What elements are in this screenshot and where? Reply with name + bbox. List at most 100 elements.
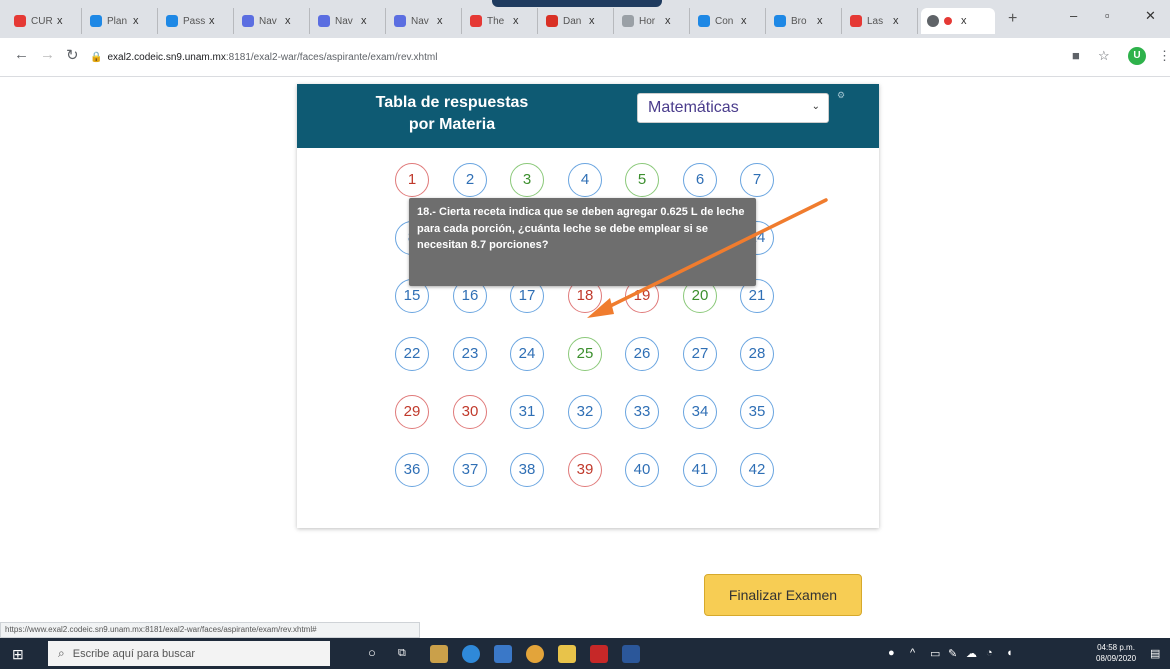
maximize-icon[interactable]: ▫ [1105, 8, 1110, 23]
question-circle-39[interactable]: 39 [568, 453, 602, 487]
windows-start-icon[interactable]: ⊞ [12, 646, 24, 663]
close-icon[interactable]: x [437, 15, 443, 27]
browser-tab[interactable]: Hor x [616, 8, 690, 34]
browser-tab[interactable]: Bro x [768, 8, 842, 34]
word-icon[interactable] [622, 645, 640, 663]
close-icon[interactable]: x [893, 15, 899, 27]
question-circle-6[interactable]: 6 [683, 163, 717, 197]
question-circle-7[interactable]: 7 [740, 163, 774, 197]
question-circle-24[interactable]: 24 [510, 337, 544, 371]
question-circle-26[interactable]: 26 [625, 337, 659, 371]
reload-icon[interactable]: ↻ [66, 46, 79, 64]
close-icon[interactable]: x [961, 15, 967, 27]
question-circle-2[interactable]: 2 [453, 163, 487, 197]
close-icon[interactable]: x [513, 15, 519, 27]
taskbar-clock[interactable]: 04:58 p.m. 08/09/2020 [1096, 642, 1136, 664]
question-circle-34[interactable]: 34 [683, 395, 717, 429]
browser-tab-label: The [487, 15, 505, 27]
close-icon[interactable]: x [209, 15, 215, 27]
task-view-icon[interactable]: ⧉ [398, 647, 406, 660]
windows-taskbar: ⊞ ⌕ Escribe aquí para buscar ○ ⧉ ● ^ ▭ ✎… [0, 638, 1170, 669]
taskbar-search[interactable]: ⌕ Escribe aquí para buscar [48, 641, 330, 666]
close-icon[interactable]: x [57, 15, 63, 27]
browser-tab[interactable]: CUR x [8, 8, 82, 34]
favicon-icon [470, 15, 482, 27]
close-icon[interactable]: x [817, 15, 823, 27]
window-close-icon[interactable]: ✕ [1145, 8, 1156, 24]
edge-icon[interactable] [462, 645, 480, 663]
question-circle-31[interactable]: 31 [510, 395, 544, 429]
close-icon[interactable]: x [133, 15, 139, 27]
wifi-icon[interactable]: ◔ [986, 647, 993, 659]
finish-exam-button[interactable]: Finalizar Examen [704, 574, 862, 616]
settings-icon[interactable]: ⚙ [837, 90, 845, 101]
browser-tab[interactable]: Nav x [236, 8, 310, 34]
tray-chevron-icon[interactable]: ^ [910, 647, 915, 659]
network-icon[interactable]: ▭ [930, 647, 940, 660]
browser-tab[interactable]: Nav x [312, 8, 386, 34]
browser-tab-strip: CUR x Plan x Pass x Nav x Nav x Nav x The x Dan x Hor x Co… [0, 0, 1170, 38]
cortana-icon[interactable]: ○ [368, 645, 376, 660]
question-circle-4[interactable]: 4 [568, 163, 602, 197]
question-circle-38[interactable]: 38 [510, 453, 544, 487]
close-icon[interactable]: x [665, 15, 671, 27]
browser-tab[interactable]: Las x [844, 8, 918, 34]
question-circle-36[interactable]: 36 [395, 453, 429, 487]
weather-icon[interactable]: ● [888, 647, 895, 659]
question-circle-1[interactable]: 1 [395, 163, 429, 197]
question-circle-29[interactable]: 29 [395, 395, 429, 429]
onedrive-icon[interactable]: ☁ [966, 647, 977, 660]
question-circle-37[interactable]: 37 [453, 453, 487, 487]
pen-icon[interactable]: ✎ [948, 647, 957, 660]
close-icon[interactable]: x [361, 15, 367, 27]
question-circle-27[interactable]: 27 [683, 337, 717, 371]
browser-tab-label: Con [715, 15, 734, 27]
app-icon[interactable] [494, 645, 512, 663]
volume-icon[interactable]: ◖ [1006, 647, 1013, 659]
subject-select[interactable]: Matemáticas ⌄ [637, 93, 829, 123]
question-circle-28[interactable]: 28 [740, 337, 774, 371]
browser-tab[interactable]: Con x [692, 8, 766, 34]
question-circle-5[interactable]: 5 [625, 163, 659, 197]
question-circle-35[interactable]: 35 [740, 395, 774, 429]
browser-tab-label: CUR [31, 15, 53, 27]
chrome-taskbar-icon[interactable] [526, 645, 544, 663]
browser-tab[interactable]: Dan x [540, 8, 614, 34]
address-bar[interactable]: 🔒 exal2.codeic.sn9.unam.mx :8181/exal2-w… [90, 45, 1030, 69]
link-status-bar: https://www.exal2.codeic.sn9.unam.mx:818… [0, 622, 420, 638]
forward-icon[interactable]: → [40, 46, 55, 63]
favicon-icon [166, 15, 178, 27]
panel-title-line2: por Materia [408, 116, 496, 133]
browser-tab-label: Plan [107, 15, 128, 27]
close-icon[interactable]: x [589, 15, 595, 27]
close-icon[interactable]: x [285, 15, 291, 27]
browser-tab[interactable]: Pass x [160, 8, 234, 34]
browser-tab[interactable]: Plan x [84, 8, 158, 34]
tab-active-exam[interactable]: x [921, 8, 995, 34]
question-circle-30[interactable]: 30 [453, 395, 487, 429]
acrobat-icon[interactable] [590, 645, 608, 663]
bookmark-star-icon[interactable]: ☆ [1098, 48, 1110, 64]
question-circle-42[interactable]: 42 [740, 453, 774, 487]
question-circle-32[interactable]: 32 [568, 395, 602, 429]
browser-tab[interactable]: Nav x [388, 8, 462, 34]
question-circle-33[interactable]: 33 [625, 395, 659, 429]
extension-icon[interactable]: ■ [1072, 48, 1080, 63]
browser-tab[interactable]: The x [464, 8, 538, 34]
close-icon[interactable]: x [741, 15, 747, 27]
new-tab-button[interactable]: + [1008, 10, 1017, 28]
profile-avatar[interactable]: U [1128, 47, 1146, 65]
question-circle-41[interactable]: 41 [683, 453, 717, 487]
question-circle-25[interactable]: 25 [568, 337, 602, 371]
store-icon[interactable] [430, 645, 448, 663]
notifications-icon[interactable]: ▤ [1150, 647, 1160, 660]
question-circle-23[interactable]: 23 [453, 337, 487, 371]
favicon-icon [698, 15, 710, 27]
menu-icon[interactable]: ⋮ [1158, 48, 1170, 64]
explorer-icon[interactable] [558, 645, 576, 663]
question-circle-40[interactable]: 40 [625, 453, 659, 487]
question-circle-22[interactable]: 22 [395, 337, 429, 371]
minimize-icon[interactable]: – [1070, 8, 1077, 23]
question-circle-3[interactable]: 3 [510, 163, 544, 197]
back-icon[interactable]: ← [14, 46, 29, 63]
